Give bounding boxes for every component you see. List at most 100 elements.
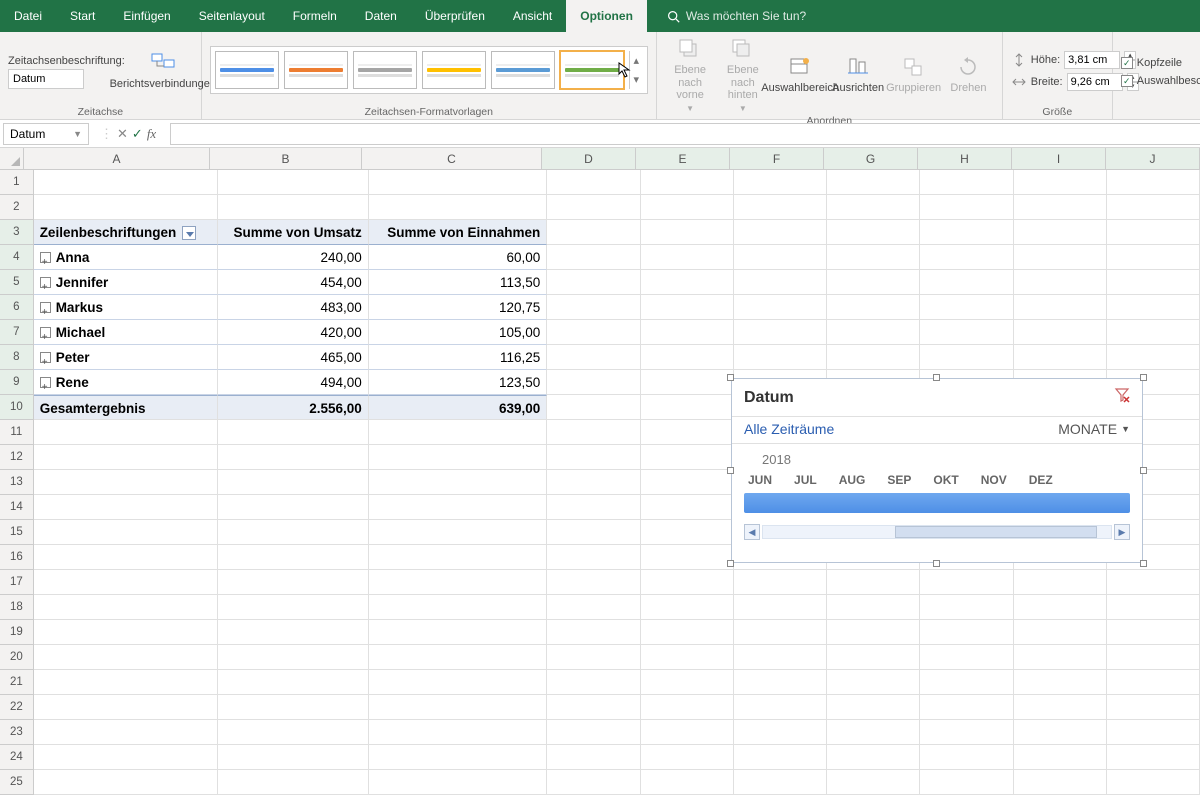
cell[interactable]	[641, 495, 734, 520]
cell[interactable]	[827, 695, 920, 720]
cell[interactable]	[547, 395, 640, 420]
row-header-3[interactable]: 3	[0, 220, 34, 245]
cell[interactable]	[734, 295, 827, 320]
group-button[interactable]: Gruppieren	[886, 54, 941, 95]
cell[interactable]	[218, 595, 369, 620]
cell[interactable]	[34, 620, 218, 645]
cell[interactable]	[1107, 570, 1200, 595]
cell[interactable]	[827, 645, 920, 670]
clear-filter-icon[interactable]	[1114, 387, 1130, 408]
cell[interactable]	[1014, 595, 1107, 620]
cell[interactable]	[641, 770, 734, 795]
formula-input[interactable]	[170, 123, 1200, 145]
expand-icon[interactable]	[40, 277, 51, 288]
pivot-row-einnahmen[interactable]: 60,00	[369, 245, 547, 270]
row-header-19[interactable]: 19	[0, 620, 34, 645]
cell[interactable]	[218, 745, 369, 770]
cell[interactable]	[218, 670, 369, 695]
cell[interactable]	[1014, 570, 1107, 595]
col-header-B[interactable]: B	[210, 148, 362, 169]
cell[interactable]	[34, 420, 218, 445]
row-header-9[interactable]: 9	[0, 370, 34, 395]
cell[interactable]	[827, 245, 920, 270]
cell[interactable]	[920, 670, 1013, 695]
pivot-filter-button[interactable]	[182, 226, 196, 240]
cell[interactable]	[218, 645, 369, 670]
style-thumb-6[interactable]	[560, 51, 624, 89]
cell[interactable]	[641, 645, 734, 670]
cell[interactable]	[1014, 695, 1107, 720]
cell[interactable]	[641, 320, 734, 345]
cell[interactable]	[369, 770, 547, 795]
cell[interactable]	[218, 620, 369, 645]
cell[interactable]	[369, 445, 547, 470]
cell[interactable]	[1107, 170, 1200, 195]
cell[interactable]	[547, 445, 640, 470]
cell[interactable]	[369, 570, 547, 595]
pivot-row-name[interactable]: Peter	[34, 345, 218, 370]
cell[interactable]	[1107, 270, 1200, 295]
cell[interactable]	[34, 670, 218, 695]
row-header-15[interactable]: 15	[0, 520, 34, 545]
cell[interactable]	[827, 670, 920, 695]
cell[interactable]	[547, 495, 640, 520]
cell[interactable]	[1107, 295, 1200, 320]
col-header-H[interactable]: H	[918, 148, 1012, 169]
cell[interactable]	[920, 245, 1013, 270]
cell[interactable]	[827, 170, 920, 195]
cell[interactable]	[920, 595, 1013, 620]
cell[interactable]	[641, 595, 734, 620]
cell[interactable]	[641, 720, 734, 745]
pivot-header-rows[interactable]: Zeilenbeschriftungen	[34, 220, 218, 245]
selection-label-checkbox[interactable]: ✓Auswahlbesc	[1121, 73, 1200, 89]
cell[interactable]	[547, 620, 640, 645]
row-header-2[interactable]: 2	[0, 195, 34, 220]
row-header-16[interactable]: 16	[0, 545, 34, 570]
row-header-18[interactable]: 18	[0, 595, 34, 620]
row-header-8[interactable]: 8	[0, 345, 34, 370]
col-header-D[interactable]: D	[542, 148, 636, 169]
select-all-corner[interactable]	[0, 148, 24, 169]
cell[interactable]	[734, 320, 827, 345]
header-checkbox[interactable]: ✓Kopfzeile	[1121, 55, 1200, 71]
cell[interactable]	[369, 720, 547, 745]
cell[interactable]	[1014, 620, 1107, 645]
cell[interactable]	[547, 470, 640, 495]
cell[interactable]	[827, 220, 920, 245]
cell[interactable]	[547, 345, 640, 370]
cell[interactable]	[369, 645, 547, 670]
pivot-row-name[interactable]: Michael	[34, 320, 218, 345]
cell[interactable]	[34, 770, 218, 795]
style-thumb-1[interactable]	[215, 51, 279, 89]
cell[interactable]	[34, 445, 218, 470]
cell[interactable]	[369, 670, 547, 695]
cell[interactable]	[641, 395, 734, 420]
cell[interactable]	[1107, 745, 1200, 770]
cell[interactable]	[827, 270, 920, 295]
pivot-row-einnahmen[interactable]: 120,75	[369, 295, 547, 320]
cell[interactable]	[218, 170, 369, 195]
pivot-row-umsatz[interactable]: 483,00	[218, 295, 369, 320]
cell[interactable]	[34, 645, 218, 670]
cell[interactable]	[1107, 695, 1200, 720]
pivot-row-einnahmen[interactable]: 123,50	[369, 370, 547, 395]
cell[interactable]	[920, 770, 1013, 795]
cell[interactable]	[734, 745, 827, 770]
name-box[interactable]: Datum▼	[3, 123, 89, 145]
cell[interactable]	[920, 270, 1013, 295]
cell[interactable]	[218, 195, 369, 220]
cell[interactable]	[641, 220, 734, 245]
pivot-row-einnahmen[interactable]: 116,25	[369, 345, 547, 370]
cell[interactable]	[369, 620, 547, 645]
cell[interactable]	[920, 720, 1013, 745]
col-header-J[interactable]: J	[1106, 148, 1200, 169]
cell[interactable]	[1014, 770, 1107, 795]
cell[interactable]	[827, 720, 920, 745]
cell[interactable]	[734, 170, 827, 195]
pivot-row-einnahmen[interactable]: 113,50	[369, 270, 547, 295]
cell[interactable]	[369, 520, 547, 545]
pivot-row-name[interactable]: Anna	[34, 245, 218, 270]
cell[interactable]	[641, 570, 734, 595]
cell[interactable]	[547, 520, 640, 545]
tab-datei[interactable]: Datei	[0, 0, 56, 32]
